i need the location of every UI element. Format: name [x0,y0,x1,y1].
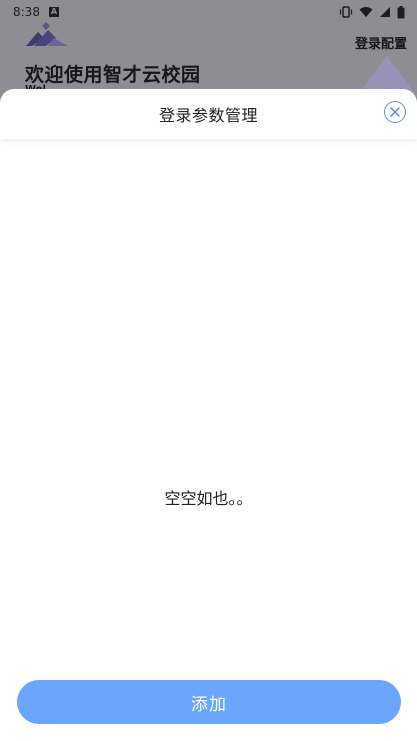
close-button[interactable] [384,101,406,123]
wifi-icon [359,7,373,17]
empty-state-text: 空空如也。。 [164,489,253,508]
vibrate-icon [339,6,353,18]
signal-icon [380,7,390,17]
battery-icon [397,5,405,18]
status-left: 8:38 A [13,5,59,19]
status-time: 8:38 [13,5,40,19]
close-icon [390,107,400,117]
login-params-sheet: 登录参数管理 空空如也。。 添加 [0,89,417,741]
a-icon: A [48,7,59,17]
status-right [339,5,405,19]
screen: 8:38 A 登录配置 欢迎使用智才云校园 登录参数管理 空空如也。。 添加 [0,0,417,741]
sheet-header: 登录参数管理 [0,89,417,139]
app-logo-icon [26,22,68,46]
add-button[interactable]: 添加 [17,680,401,724]
sheet-title: 登录参数管理 [158,106,258,125]
welcome-title: 欢迎使用智才云校园 [25,64,201,86]
login-config-link[interactable]: 登录配置 [355,33,407,52]
